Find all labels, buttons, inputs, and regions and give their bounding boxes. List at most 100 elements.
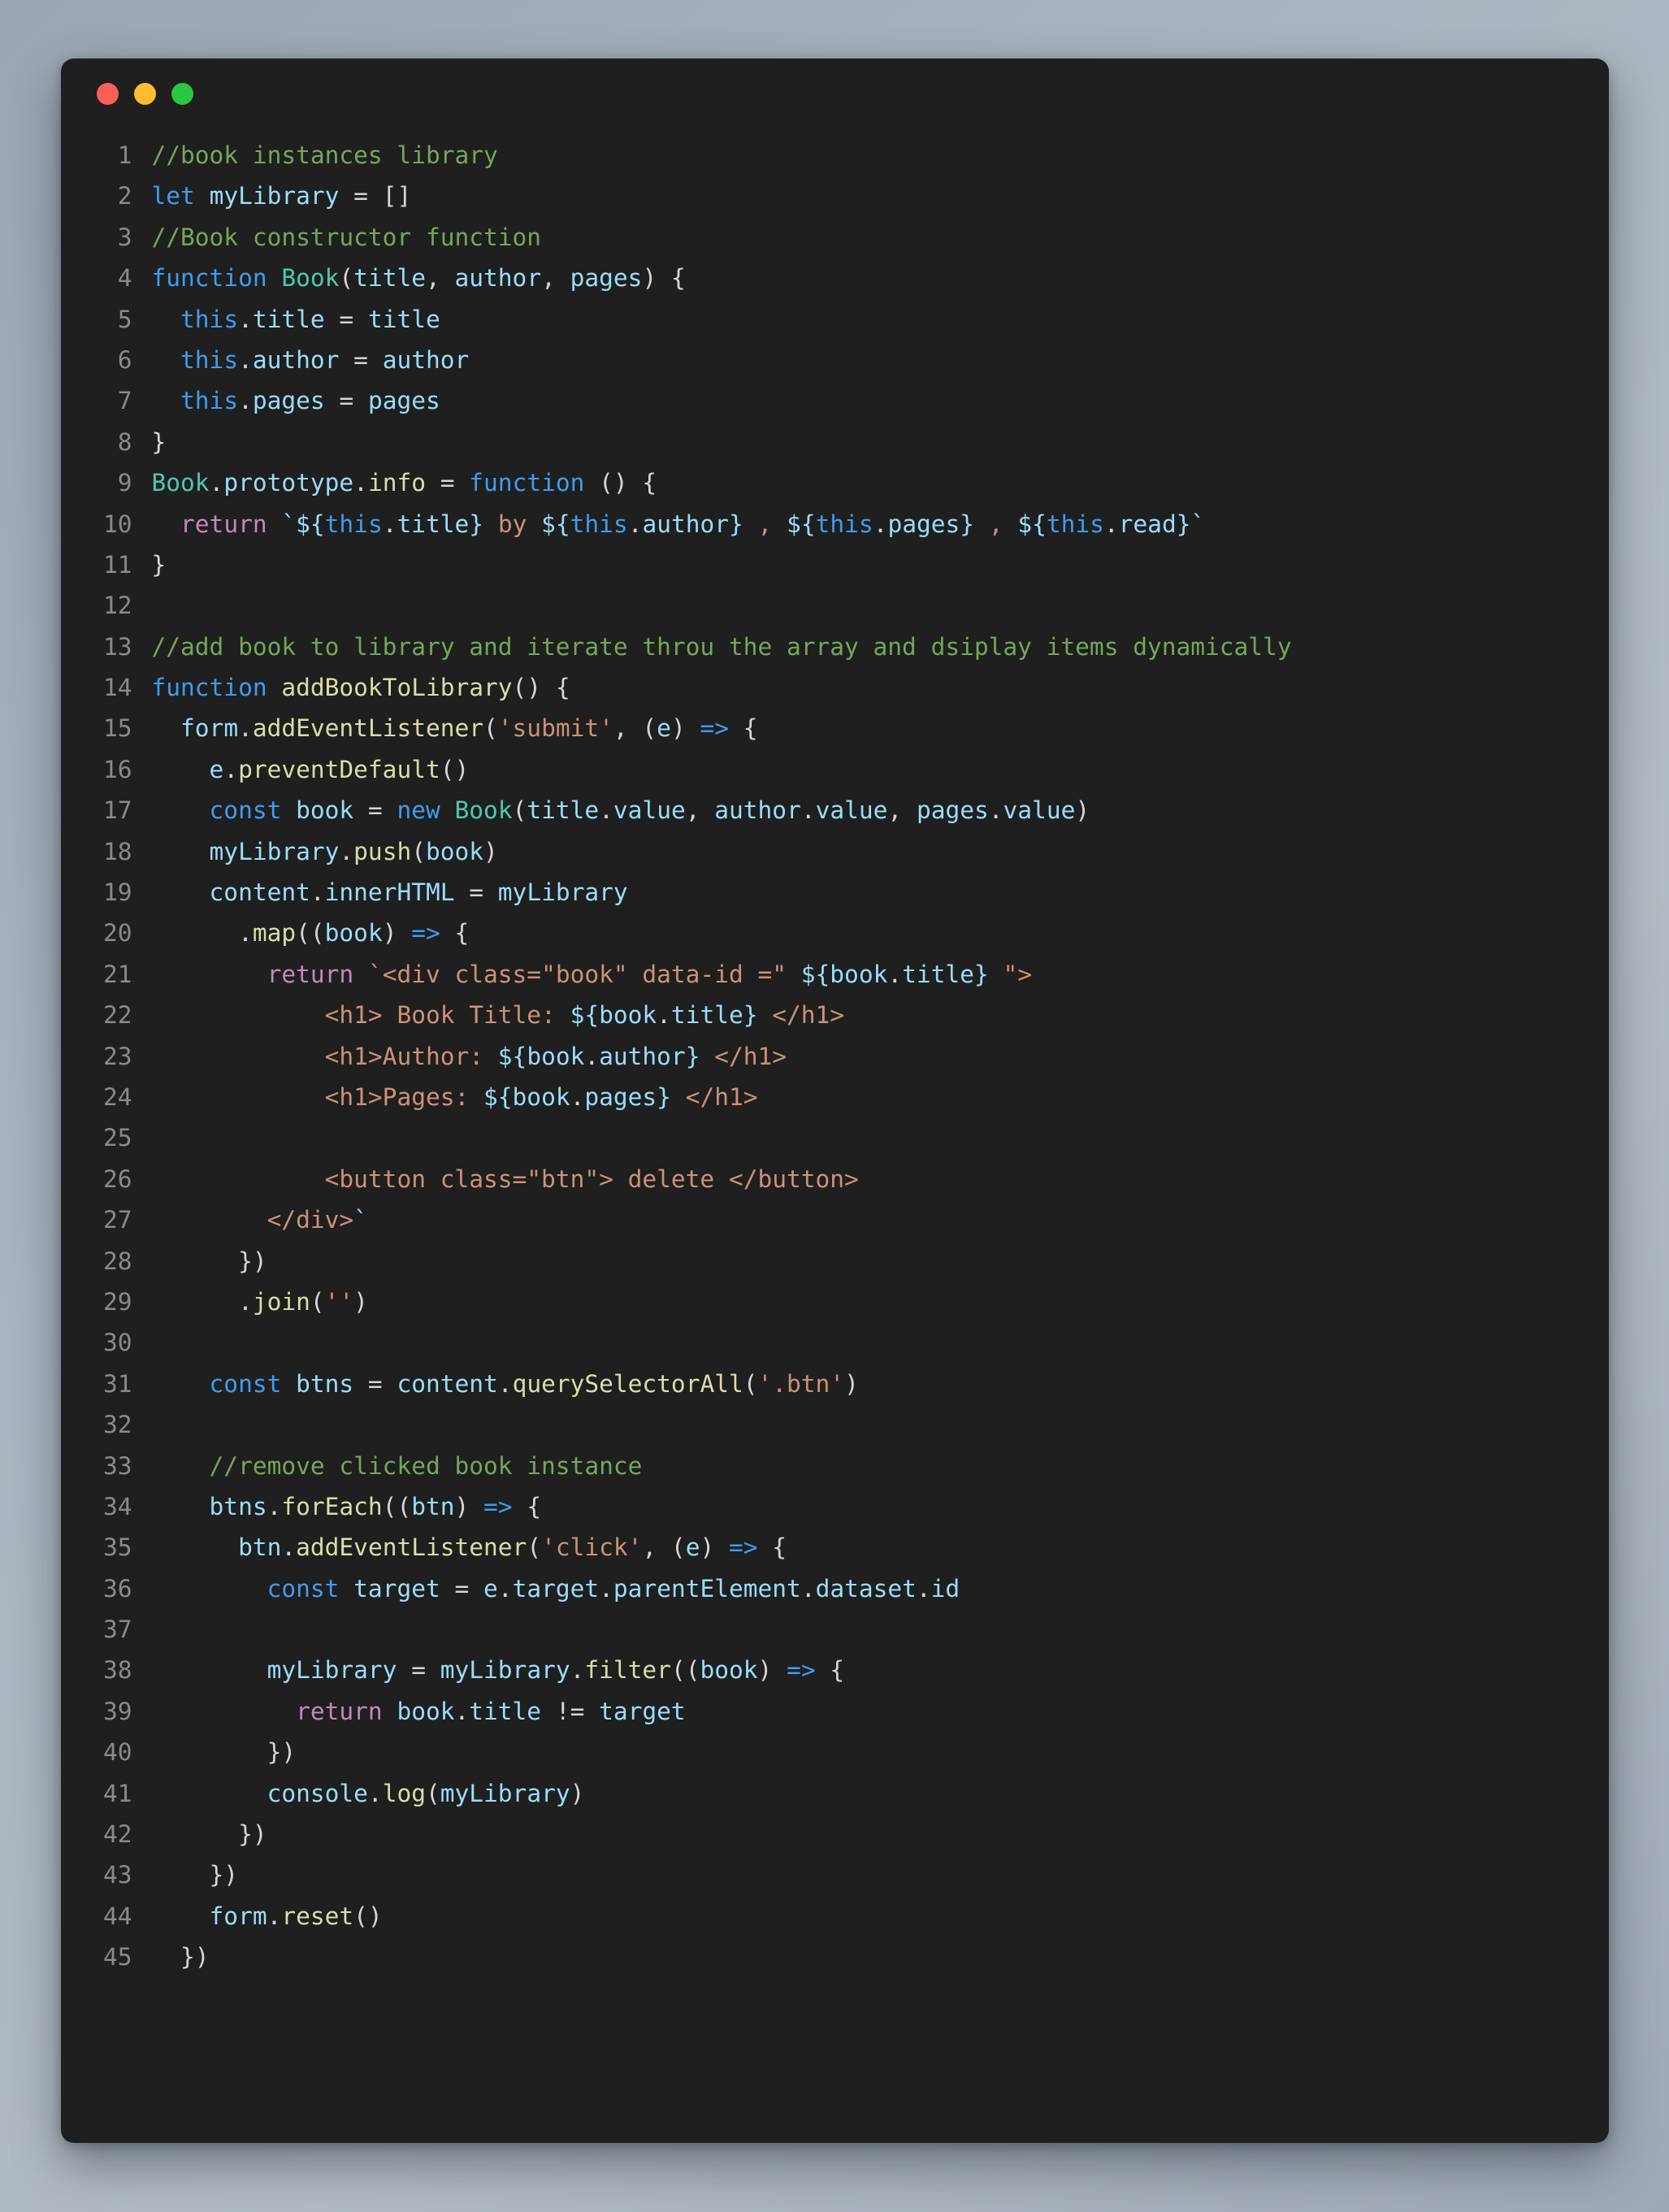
token-pn (152, 838, 210, 865)
line-number: 13 (102, 632, 132, 661)
token-pn: . (310, 878, 325, 907)
token-var: e (209, 755, 224, 783)
token-pn: }) (151, 1943, 210, 1971)
token-kw: this (1046, 510, 1104, 538)
token-kw: this (180, 345, 239, 374)
code-line: 34 btns.forEach((btn) => { (61, 1486, 1609, 1527)
line-number: 26 (102, 1165, 132, 1193)
code-line-text: //book instances library (152, 135, 498, 176)
code-line: 37 (61, 1609, 1609, 1650)
token-pn: . (988, 796, 1004, 825)
token-str: <h1> Book Title: (324, 1001, 570, 1030)
token-pn: = (425, 469, 470, 497)
token-pn: ( (411, 837, 426, 865)
token-pn: = (339, 345, 383, 374)
token-pn (152, 1083, 325, 1111)
token-cm: //Book constructor function (151, 223, 542, 251)
token-pn: ) (454, 1492, 484, 1520)
minimize-icon[interactable] (133, 82, 156, 105)
token-pn (152, 1452, 210, 1480)
token-var: e (685, 1533, 700, 1562)
token-pn: . (887, 960, 903, 988)
token-kw: function (469, 469, 585, 497)
token-var: ` (281, 510, 297, 538)
token-pn: . (916, 1574, 931, 1603)
token-var: pages (887, 510, 960, 538)
token-pn (195, 182, 210, 210)
token-var: book (700, 1656, 758, 1685)
token-pn: . (339, 837, 354, 865)
token-cls: Book (151, 469, 210, 497)
token-var: author (714, 796, 801, 825)
line-number: 16 (102, 755, 132, 783)
token-var: pages (570, 264, 643, 293)
token-var: title (902, 960, 974, 988)
code-line: 29 .join('') (61, 1282, 1609, 1322)
code-line: 42 }) (61, 1814, 1609, 1854)
line-number: 8 (117, 427, 132, 456)
token-var: myLibrary (267, 1656, 397, 1685)
token-kw: => (411, 919, 440, 948)
token-pn (339, 1575, 353, 1603)
code-line-text: const book = new Book(title.value, autho… (152, 790, 1090, 831)
token-str: </h1> (670, 1082, 758, 1111)
code-line: 25 (61, 1117, 1609, 1158)
code-line: 40 }) (61, 1732, 1609, 1772)
code-line-text: <button class="btn"> delete </button> (152, 1159, 859, 1199)
token-pn (267, 674, 282, 701)
token-pn: { (440, 919, 470, 948)
line-number: 3 (117, 223, 132, 251)
token-pn: ) (700, 1533, 729, 1562)
code-line-text: return `<div class="book" data-id =" ${b… (152, 954, 1032, 995)
token-cm: //add book to library and iterate throu … (151, 632, 1292, 661)
code-line-text: this.author = author (152, 340, 469, 380)
code-line: 28 }) (61, 1241, 1609, 1282)
token-var: title (397, 510, 470, 538)
token-pn: . (584, 1042, 600, 1070)
token-pn: ( (483, 714, 498, 743)
line-number: 12 (102, 592, 132, 620)
token-pn (152, 1043, 325, 1070)
code-line: 20 .map((book) => { (61, 913, 1609, 953)
token-pn: ) (757, 1656, 787, 1685)
line-number: 1 (117, 141, 132, 169)
line-number: 40 (102, 1738, 132, 1767)
token-var: ` (353, 1206, 368, 1234)
token-pn: , ( (642, 1533, 686, 1562)
line-number: 42 (102, 1820, 132, 1849)
token-pn: ( (339, 264, 354, 293)
token-pn: . (238, 714, 253, 743)
token-pn: . (1103, 510, 1119, 538)
token-var: ${ (483, 1082, 513, 1111)
code-line-text: const btns = content.querySelectorAll('.… (152, 1364, 859, 1404)
token-pn (281, 1370, 296, 1398)
close-icon[interactable] (96, 82, 119, 105)
token-pn: { (815, 1656, 845, 1685)
code-line: 8} (61, 422, 1609, 462)
token-pn: }) (151, 1738, 297, 1767)
code-line-text: }) (152, 1814, 267, 1854)
token-pn: . (599, 1574, 613, 1603)
code-line: 16 e.preventDefault() (61, 749, 1609, 790)
token-pn: , (425, 264, 455, 293)
token-pn: . (382, 510, 397, 538)
token-pn (267, 264, 282, 292)
token-var: e (657, 714, 671, 743)
code-line-text: return `${this.title} by ${this.author} … (152, 504, 1205, 544)
token-pn: [] (382, 182, 412, 210)
token-var: target (353, 1574, 440, 1603)
maximize-icon[interactable] (171, 82, 193, 105)
token-var: title (353, 264, 426, 293)
token-pn (281, 796, 296, 824)
code-line: 13 //add book to library and iterate thro… (61, 627, 1609, 667)
token-var: } (469, 510, 484, 538)
line-number: 9 (117, 469, 132, 497)
token-pn (152, 961, 267, 988)
line-number: 37 (102, 1616, 132, 1644)
code-line-text: </div>` (152, 1199, 368, 1240)
token-pn: ) (353, 1287, 368, 1316)
code-line: 5 this.title = title (61, 299, 1609, 340)
line-number: 32 (102, 1411, 132, 1439)
token-pn: ( (743, 1369, 758, 1398)
code-editor[interactable]: 1 //book instances library 2 let myLibrary … (61, 128, 1609, 1978)
